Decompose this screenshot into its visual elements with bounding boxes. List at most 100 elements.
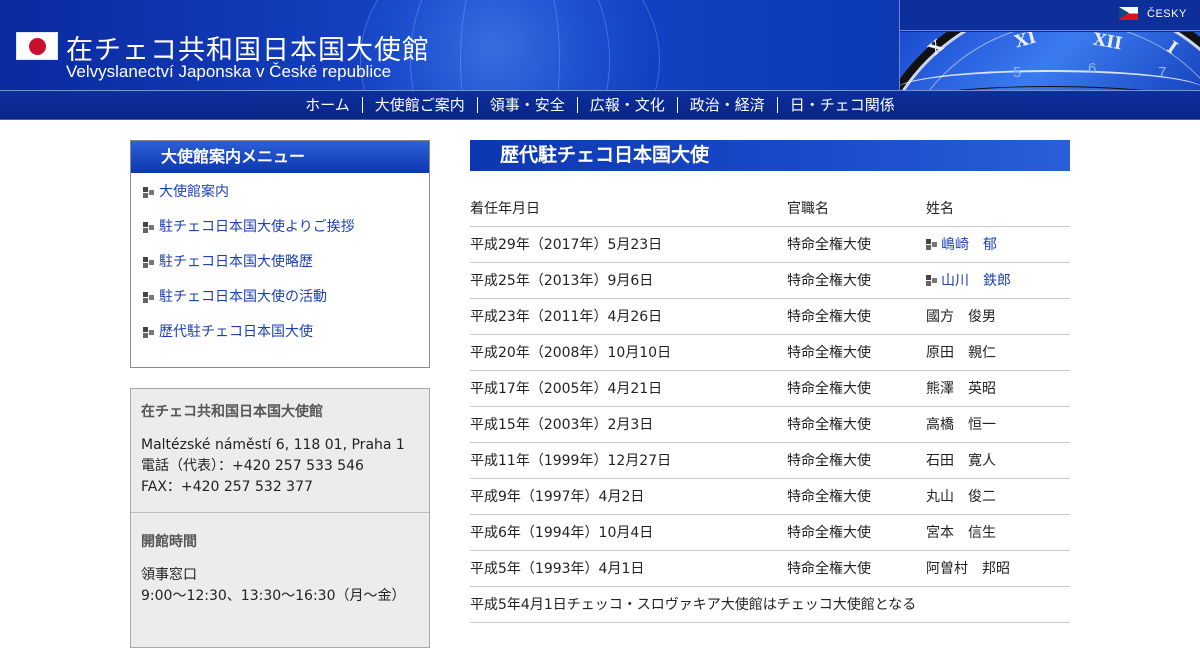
menu-item-label[interactable]: 駐チェコ日本国大使略歴 <box>159 254 313 270</box>
cell-name: 丸山 俊二 <box>926 478 1070 515</box>
cell-name: 原田 親仁 <box>926 334 1070 371</box>
clock-digit: 6 <box>1088 60 1097 77</box>
ambassador-rows: 平成29年（2017年）5月23日 特命全権大使 嶋崎 郁平成25年（2013年）9… <box>470 226 1070 623</box>
table-header-row: 着任年月日 官職名 姓名 <box>470 190 1070 227</box>
column-header-post: 官職名 <box>787 190 926 227</box>
bullet-icon <box>143 187 155 198</box>
cell-post: 特命全権大使 <box>787 514 926 551</box>
ambassador-name-text[interactable]: 嶋崎 郁 <box>941 237 997 253</box>
nav-item-relations[interactable]: 日・チェコ関係 <box>776 97 907 113</box>
site-header: 在チェコ共和国日本国大使館 Velvyslanectví Japonska v … <box>0 0 1200 90</box>
menu-item-embassy-guide[interactable]: 大使館案内 <box>131 179 429 214</box>
menu-item-greeting[interactable]: 駐チェコ日本国大使よりご挨拶 <box>131 214 429 249</box>
cell-name: 宮本 信生 <box>926 514 1070 551</box>
bullet-icon <box>926 275 938 286</box>
table-row: 平成25年（2013年）9月6日 特命全権大使 山川 鉄郎 <box>470 262 1070 299</box>
language-bar: ČESKY <box>900 0 1200 31</box>
cell-date: 平成23年（2011年）4月26日 <box>470 298 787 335</box>
cell-post: 特命全権大使 <box>787 406 926 443</box>
nav-item-home[interactable]: ホーム <box>293 97 362 113</box>
cell-date: 平成15年（2003年）2月3日 <box>470 406 787 443</box>
table-row: 平成6年（1994年）10月4日 特命全権大使 宮本 信生 <box>470 514 1070 551</box>
column-header-name: 姓名 <box>926 190 1070 227</box>
cell-post: 特命全権大使 <box>787 262 926 299</box>
menu-item-activities[interactable]: 駐チェコ日本国大使の活動 <box>131 284 429 319</box>
fax-text: FAX：+420 257 532 377 <box>141 479 313 495</box>
menu-item-label[interactable]: 歴代駐チェコ日本国大使 <box>159 324 313 340</box>
menu-item-label[interactable]: 駐チェコ日本国大使の活動 <box>159 289 327 305</box>
cell-post: 特命全権大使 <box>787 442 926 479</box>
nav-item-politics[interactable]: 政治・経済 <box>676 97 777 113</box>
bullet-icon <box>926 239 938 250</box>
table-note: 平成5年4月1日チェッコ・スロヴァキア大使館はチェッコ大使館となる <box>470 586 1070 623</box>
czech-flag-icon <box>1119 7 1138 20</box>
cell-date: 平成11年（1999年）12月27日 <box>470 442 787 479</box>
cell-name: 高橋 恒一 <box>926 406 1070 443</box>
bullet-icon <box>143 292 155 303</box>
nav-item-consular[interactable]: 領事・安全 <box>476 97 577 113</box>
cell-post: 特命全権大使 <box>787 478 926 515</box>
cell-name: 石田 寛人 <box>926 442 1070 479</box>
clock-image: X XI XII I 5 6 7 <box>900 32 1200 90</box>
globe-meridian <box>460 0 560 90</box>
menu-item-label[interactable]: 大使館案内 <box>159 184 229 200</box>
cell-post: 特命全権大使 <box>787 226 926 263</box>
menu-item-past-ambassadors[interactable]: 歴代駐チェコ日本国大使 <box>131 319 429 354</box>
ambassador-name-link[interactable]: 山川 鉄郎 <box>926 273 1011 289</box>
cell-date: 平成9年（1997年）4月2日 <box>470 478 787 515</box>
table-row: 平成15年（2003年）2月3日 特命全権大使 高橋 恒一 <box>470 406 1070 443</box>
bullet-icon <box>143 222 155 233</box>
ambassador-table: 着任年月日 官職名 姓名 平成29年（2017年）5月23日 特命全権大使 嶋崎 郁… <box>470 190 1070 623</box>
address-text: Maltézské náměstí 6, 118 01, Praha 1 <box>141 437 405 453</box>
header-right-panel: ČESKY X XI XII I 5 6 7 <box>899 0 1200 90</box>
cell-name: 國方 俊男 <box>926 298 1070 335</box>
menu-title: 大使館案内メニュー <box>131 141 429 173</box>
bullet-icon <box>143 257 155 268</box>
contact-section: 在チェコ共和国日本国大使館 Maltézské náměstí 6, 118 0… <box>131 389 429 498</box>
main-nav: ホーム 大使館ご案内 領事・安全 広報・文化 政治・経済 日・チェコ関係 <box>0 90 1200 120</box>
column-header-date: 着任年月日 <box>470 190 787 227</box>
cell-date: 平成5年（1993年）4月1日 <box>470 550 787 587</box>
menu-item-biography[interactable]: 駐チェコ日本国大使略歴 <box>131 249 429 284</box>
bullet-icon <box>143 327 155 338</box>
cell-date: 平成20年（2008年）10月10日 <box>470 334 787 371</box>
cell-post: 特命全権大使 <box>787 370 926 407</box>
cell-name: 熊澤 英昭 <box>926 370 1070 407</box>
cell-date: 平成29年（2017年）5月23日 <box>470 226 787 263</box>
hours-title: 開館時間 <box>141 534 197 550</box>
embassy-menu: 大使館案内メニュー 大使館案内 駐チェコ日本国大使よりご挨拶 駐チェコ日本国大使… <box>130 140 430 368</box>
cell-date: 平成6年（1994年）10月4日 <box>470 514 787 551</box>
clock-digit: 7 <box>1158 64 1167 81</box>
cell-name: 阿曽村 邦昭 <box>926 550 1070 587</box>
clock-digit: 5 <box>1013 64 1022 81</box>
table-row: 平成5年（1993年）4月1日 特命全権大使 阿曽村 邦昭 <box>470 550 1070 587</box>
site-title-cz[interactable]: Velvyslanectví Japonska v České republic… <box>66 62 391 82</box>
japan-flag-icon <box>16 32 58 60</box>
table-note-row: 平成5年4月1日チェッコ・スロヴァキア大使館はチェッコ大使館となる <box>470 586 1070 623</box>
language-switch-link[interactable]: ČESKY <box>1147 8 1187 20</box>
hours-value: 9:00〜12:30、13:30〜16:30（月〜金） <box>141 588 406 604</box>
hours-label: 領事窓口 <box>141 567 197 583</box>
page-title: 歴代駐チェコ日本国大使 <box>470 140 1070 171</box>
table-row: 平成23年（2011年）4月26日 特命全権大使 國方 俊男 <box>470 298 1070 335</box>
ambassador-name-link[interactable]: 嶋崎 郁 <box>926 237 997 253</box>
cell-post: 特命全権大使 <box>787 550 926 587</box>
cell-post: 特命全権大使 <box>787 298 926 335</box>
ambassador-name-text[interactable]: 山川 鉄郎 <box>941 273 1011 289</box>
embassy-name: 在チェコ共和国日本国大使館 <box>141 404 323 420</box>
menu-item-label[interactable]: 駐チェコ日本国大使よりご挨拶 <box>159 219 355 235</box>
phone-text: 電話（代表）：+420 257 533 546 <box>141 458 364 474</box>
cell-date: 平成17年（2005年）4月21日 <box>470 370 787 407</box>
menu-list: 大使館案内 駐チェコ日本国大使よりご挨拶 駐チェコ日本国大使略歴 駐チェコ日本国… <box>131 173 429 354</box>
table-row: 平成11年（1999年）12月27日 特命全権大使 石田 寛人 <box>470 442 1070 479</box>
table-row: 平成29年（2017年）5月23日 特命全権大使 嶋崎 郁 <box>470 226 1070 263</box>
embassy-info-box: 在チェコ共和国日本国大使館 Maltézské náměstí 6, 118 0… <box>130 388 430 648</box>
table-row: 平成20年（2008年）10月10日 特命全権大使 原田 親仁 <box>470 334 1070 371</box>
cell-name: 山川 鉄郎 <box>926 262 1070 299</box>
cell-post: 特命全権大使 <box>787 334 926 371</box>
cell-date: 平成25年（2013年）9月6日 <box>470 262 787 299</box>
nav-item-embassy-info[interactable]: 大使館ご案内 <box>361 97 477 113</box>
hours-section: 開館時間 領事窓口 9:00〜12:30、13:30〜16:30（月〜金） <box>131 512 429 607</box>
cell-name: 嶋崎 郁 <box>926 226 1070 263</box>
nav-item-culture[interactable]: 広報・文化 <box>576 97 677 113</box>
